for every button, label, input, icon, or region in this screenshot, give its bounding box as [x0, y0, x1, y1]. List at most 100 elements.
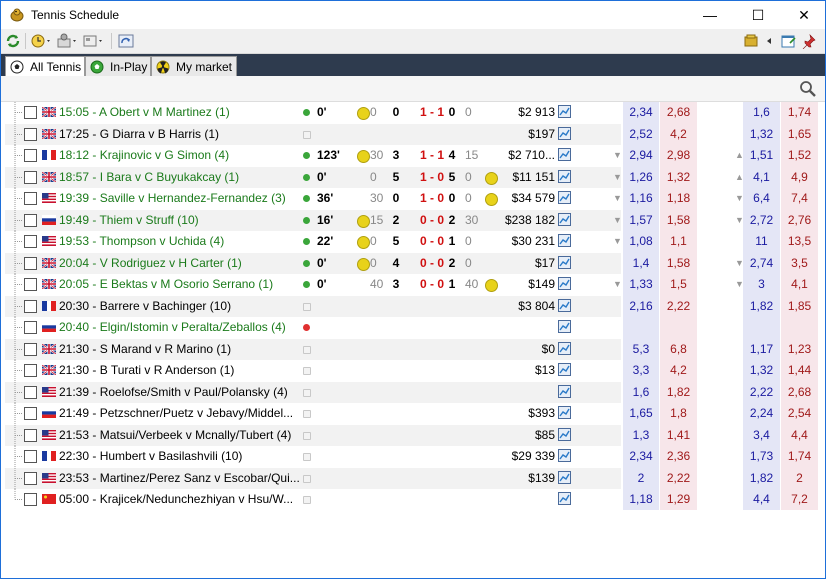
chart-icon[interactable]	[558, 492, 571, 505]
table-row[interactable]: 17:25 - G Diarra v B Harris (1) $197 2,52 4…	[5, 123, 821, 145]
chart-icon[interactable]	[558, 255, 571, 269]
tab-all-tennis[interactable]: All Tennis	[5, 56, 85, 76]
back-odds-2[interactable]: 1,51	[743, 145, 780, 166]
lay-odds-1[interactable]: 2,22	[660, 468, 697, 489]
table-row[interactable]: 20:04 - V Rodriguez v H Carter (1) 0' 0 4 0 …	[5, 252, 821, 274]
back-odds-1[interactable]: 2,52	[623, 124, 659, 145]
money-button[interactable]	[743, 32, 759, 50]
table-row[interactable]: 20:40 - Elgin/Istomin v Peralta/Zeballos…	[5, 317, 821, 338]
row-checkbox[interactable]	[24, 407, 37, 420]
back-odds-2[interactable]: 1,6	[743, 102, 780, 123]
chart-icon[interactable]	[558, 298, 571, 312]
match-name[interactable]: 21:49 - Petzschner/Puetz v Jebavy/Middel…	[59, 403, 299, 424]
match-name[interactable]: 19:53 - Thompson v Uchida (4)	[59, 231, 299, 252]
back-odds-1[interactable]: 2,34	[623, 446, 659, 467]
back-odds-1[interactable]: 1,08	[623, 231, 659, 252]
table-row[interactable]: 22:30 - Humbert v Basilashvili (10) $29 3…	[5, 446, 821, 467]
lay-odds-1[interactable]: 2,22	[660, 296, 697, 317]
lay-odds-1[interactable]: 1,58	[660, 253, 697, 274]
row-checkbox[interactable]	[24, 149, 37, 162]
pin-button[interactable]	[801, 32, 817, 50]
back-odds-2[interactable]: 2,74	[743, 253, 780, 274]
row-checkbox[interactable]	[24, 106, 37, 119]
row-checkbox[interactable]	[24, 256, 37, 270]
match-name[interactable]: 21:30 - S Marand v R Marino (1)	[59, 339, 299, 360]
table-row[interactable]: 15:05 - A Obert v M Martinez (1) 0' 0 0 1 - …	[5, 102, 821, 123]
lay-odds-1[interactable]: 6,8	[660, 339, 697, 360]
row-checkbox[interactable]	[24, 170, 37, 184]
collapse-arrow-button[interactable]	[765, 32, 773, 50]
chart-icon[interactable]	[558, 105, 571, 118]
match-name[interactable]: 20:30 - Barrere v Bachinger (10)	[59, 296, 299, 317]
back-odds-1[interactable]: 1,65	[623, 403, 659, 424]
new-window-button[interactable]	[781, 32, 797, 50]
chart-icon[interactable]	[558, 191, 571, 204]
chart-icon[interactable]	[558, 234, 571, 247]
table-row[interactable]: 23:53 - Martinez/Perez Sanz v Escobar/Qu…	[5, 467, 821, 489]
match-name[interactable]: 23:53 - Martinez/Perez Sanz v Escobar/Qu…	[59, 468, 299, 489]
lay-odds-2[interactable]: 2,68	[781, 382, 818, 403]
search-icon[interactable]	[799, 80, 817, 98]
table-row[interactable]: 20:05 - E Bektas v M Osorio Serrano (1) 0…	[5, 274, 821, 295]
lay-odds-1[interactable]: 1,29	[660, 489, 697, 510]
tab-in-play[interactable]: In-Play	[85, 56, 151, 76]
lay-odds-1[interactable]: 1,1	[660, 231, 697, 252]
lay-odds-1[interactable]: 1,82	[660, 382, 697, 403]
chart-icon[interactable]	[558, 320, 571, 333]
chart-icon[interactable]	[558, 470, 571, 484]
row-checkbox[interactable]	[24, 364, 37, 377]
network-dropdown-button[interactable]	[57, 32, 79, 50]
match-name[interactable]: 05:00 - Krajicek/Nedunchezhiyan v Hsu/W.…	[59, 489, 299, 510]
match-name[interactable]: 19:49 - Thiem v Struff (10)	[59, 210, 299, 231]
chart-icon[interactable]	[558, 384, 571, 398]
table-row[interactable]: 19:49 - Thiem v Struff (10) 16' 15 2 0 - 023…	[5, 209, 821, 231]
lay-odds-1[interactable]: 2,36	[660, 446, 697, 467]
table-row[interactable]: 19:39 - Saville v Hernandez-Fernandez (3…	[5, 188, 821, 209]
row-checkbox[interactable]	[24, 385, 37, 399]
lay-odds-1[interactable]: 1,58	[660, 210, 697, 231]
view-dropdown-button[interactable]	[83, 32, 105, 50]
back-odds-2[interactable]: 1,82	[743, 468, 780, 489]
close-button[interactable]: ✕	[781, 1, 825, 29]
table-row[interactable]: 21:49 - Petzschner/Puetz v Jebavy/Middel…	[5, 403, 821, 424]
match-name[interactable]: 17:25 - G Diarra v B Harris (1)	[59, 124, 299, 145]
lay-odds-1[interactable]: 1,18	[660, 188, 697, 209]
chart-icon[interactable]	[558, 427, 571, 441]
back-odds-1[interactable]: 2,16	[623, 296, 659, 317]
back-odds-2[interactable]: 2,72	[743, 210, 780, 231]
table-row[interactable]: 21:39 - Roelofse/Smith v Paul/Polansky (…	[5, 381, 821, 403]
chart-icon[interactable]	[558, 169, 571, 183]
lay-odds-2[interactable]: 2,76	[781, 210, 818, 231]
back-odds-1[interactable]: 1,33	[623, 274, 659, 295]
chart-icon[interactable]	[558, 277, 571, 290]
back-odds-2[interactable]: 1,32	[743, 360, 780, 381]
back-odds-1[interactable]: 5,3	[623, 339, 659, 360]
back-odds-2[interactable]: 3,4	[743, 425, 780, 446]
match-name[interactable]: 15:05 - A Obert v M Martinez (1)	[59, 102, 299, 123]
chart-icon[interactable]	[558, 363, 571, 376]
table-row[interactable]: 21:30 - B Turati v R Anderson (1) $13 3,3 4…	[5, 360, 821, 381]
back-odds-2[interactable]: 4,4	[743, 489, 780, 510]
lay-odds-2[interactable]	[781, 317, 818, 338]
refresh-button[interactable]	[5, 32, 21, 50]
back-odds-2[interactable]: 2,24	[743, 403, 780, 424]
table-row[interactable]: 20:30 - Barrere v Bachinger (10) $3 804 2,…	[5, 295, 821, 317]
lay-odds-2[interactable]: 1,74	[781, 102, 818, 123]
back-odds-1[interactable]: 1,26	[623, 167, 659, 188]
lay-odds-1[interactable]: 1,8	[660, 403, 697, 424]
table-row[interactable]: 21:53 - Matsui/Verbeek v Mcnally/Tubert …	[5, 424, 821, 446]
back-odds-2[interactable]: 2,22	[743, 382, 780, 403]
lay-odds-1[interactable]	[660, 317, 697, 338]
lay-odds-1[interactable]: 1,41	[660, 425, 697, 446]
title-bar[interactable]: Tennis Schedule — ☐ ✕	[1, 1, 825, 29]
chart-icon[interactable]	[558, 212, 571, 226]
row-checkbox[interactable]	[24, 127, 37, 141]
lay-odds-2[interactable]: 1,65	[781, 124, 818, 145]
back-odds-1[interactable]: 2,94	[623, 145, 659, 166]
match-name[interactable]: 20:04 - V Rodriguez v H Carter (1)	[59, 253, 299, 274]
table-row[interactable]: 18:57 - I Bara v C Buyukakcay (1) 0' 0 5 1 -…	[5, 166, 821, 188]
lay-odds-2[interactable]: 7,4	[781, 188, 818, 209]
back-odds-2[interactable]: 6,4	[743, 188, 780, 209]
chart-icon[interactable]	[558, 449, 571, 462]
lay-odds-2[interactable]: 3,5	[781, 253, 818, 274]
